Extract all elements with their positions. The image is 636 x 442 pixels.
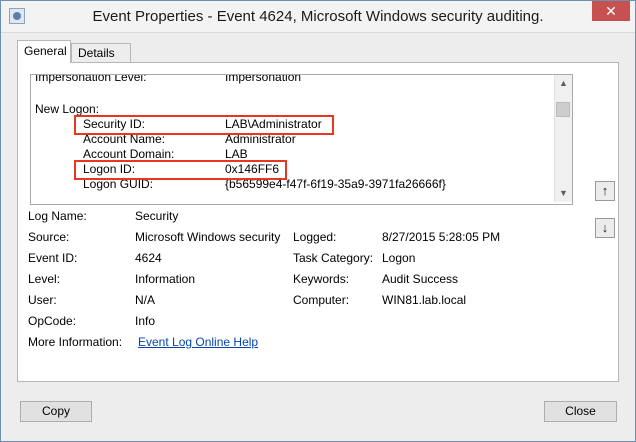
logged-label: Logged: bbox=[293, 230, 337, 244]
opcode-value: Info bbox=[135, 314, 156, 328]
keywords-value: Audit Success bbox=[382, 272, 459, 286]
scroll-down-icon[interactable]: ▼ bbox=[555, 185, 572, 202]
arrow-up-icon: ↑ bbox=[601, 183, 609, 198]
description-scrollbar[interactable]: ▲ ▼ bbox=[554, 75, 572, 202]
event-properties-window: Event Properties - Event 4624, Microsoft… bbox=[0, 0, 636, 442]
scroll-thumb[interactable] bbox=[556, 102, 570, 117]
user-label: User: bbox=[28, 293, 57, 307]
copy-button[interactable]: Copy bbox=[20, 401, 92, 422]
next-event-button[interactable]: ↓ bbox=[595, 218, 615, 238]
user-value: N/A bbox=[135, 293, 156, 307]
close-icon[interactable]: ✕ bbox=[592, 1, 630, 21]
scroll-up-icon[interactable]: ▲ bbox=[555, 75, 572, 92]
source-label: Source: bbox=[28, 230, 70, 244]
desc-label: Impersonation Level: bbox=[35, 74, 147, 84]
opcode-label: OpCode: bbox=[28, 314, 77, 328]
window-title: Event Properties - Event 4624, Microsoft… bbox=[92, 8, 544, 25]
previous-event-button[interactable]: ↑ bbox=[595, 181, 615, 201]
event-id-label: Event ID: bbox=[28, 251, 78, 265]
tab-details[interactable]: Details bbox=[71, 43, 131, 62]
general-panel: Impersonation Level: Impersonation New L… bbox=[17, 62, 619, 382]
keywords-label: Keywords: bbox=[293, 272, 350, 286]
more-information-label: More Information: bbox=[28, 335, 123, 349]
level-value: Information bbox=[135, 272, 196, 286]
arrow-down-icon: ↓ bbox=[601, 220, 609, 235]
tab-general[interactable]: General bbox=[17, 40, 71, 63]
event-log-online-help-link[interactable]: Event Log Online Help bbox=[138, 335, 258, 350]
log-name-value: Security bbox=[135, 209, 179, 223]
computer-value: WIN81.lab.local bbox=[382, 293, 467, 307]
title-bar[interactable]: Event Properties - Event 4624, Microsoft… bbox=[1, 1, 635, 33]
log-name-label: Log Name: bbox=[28, 209, 87, 223]
desc-value: Impersonation bbox=[225, 74, 302, 84]
task-category-label: Task Category: bbox=[293, 251, 374, 265]
task-category-value: Logon bbox=[382, 251, 416, 265]
security-id-highlight bbox=[74, 115, 334, 135]
computer-label: Computer: bbox=[293, 293, 350, 307]
level-label: Level: bbox=[28, 272, 61, 286]
logged-value: 8/27/2015 5:28:05 PM bbox=[382, 230, 501, 244]
source-value: Microsoft Windows security bbox=[135, 230, 281, 244]
logon-id-highlight bbox=[74, 160, 287, 180]
close-button[interactable]: Close bbox=[544, 401, 617, 422]
event-id-value: 4624 bbox=[135, 251, 162, 265]
event-description[interactable]: Impersonation Level: Impersonation New L… bbox=[30, 74, 573, 205]
